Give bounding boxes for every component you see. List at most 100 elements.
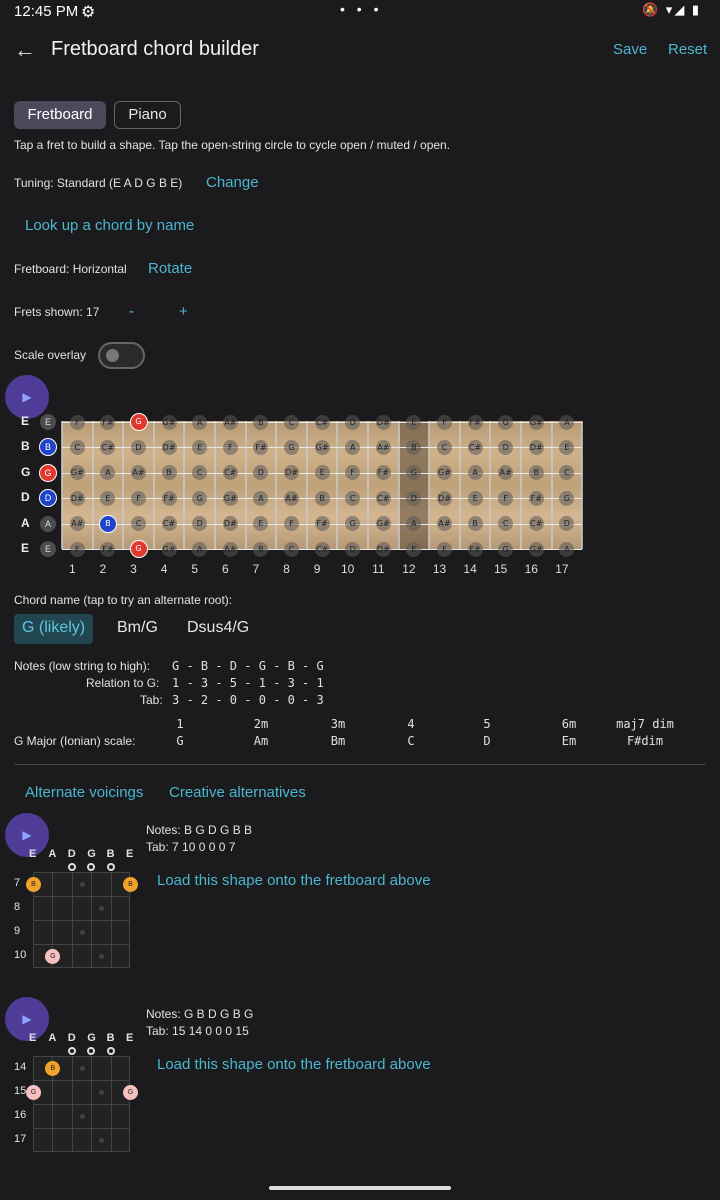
fret-note[interactable]: B: [314, 490, 330, 506]
fret-note[interactable]: G: [129, 413, 148, 431]
fret-note[interactable]: D#: [161, 439, 177, 455]
fret-note[interactable]: F: [498, 490, 514, 506]
fret-note[interactable]: F#: [314, 516, 330, 532]
fret-note[interactable]: G#: [375, 516, 391, 532]
chord-option-bm-g[interactable]: Bm/G: [109, 614, 166, 644]
alternate-voicings-tab[interactable]: Alternate voicings: [25, 784, 143, 801]
play-chord-button[interactable]: ▶: [5, 375, 49, 419]
fret-note[interactable]: F#: [467, 414, 483, 430]
fret-note[interactable]: B: [467, 516, 483, 532]
tab-piano[interactable]: Piano: [114, 101, 181, 129]
fret-note[interactable]: A#: [375, 439, 391, 455]
fret-note[interactable]: C#: [314, 414, 330, 430]
fret-note[interactable]: F: [131, 490, 146, 506]
open-string-toggle[interactable]: G: [39, 463, 57, 482]
fret-note[interactable]: B: [528, 465, 544, 481]
creative-alternatives-tab[interactable]: Creative alternatives: [169, 784, 306, 801]
lookup-chord-button[interactable]: Look up a chord by name: [25, 217, 194, 234]
chord-option-dsus4-g[interactable]: Dsus4/G: [179, 614, 257, 644]
fret-note[interactable]: E: [314, 465, 330, 481]
fret-note[interactable]: F: [69, 414, 85, 430]
save-button[interactable]: Save: [613, 41, 647, 58]
load-voicing-1-button[interactable]: Load this shape onto the fretboard above: [157, 872, 431, 889]
tab-fretboard[interactable]: Fretboard: [14, 101, 106, 129]
frets-plus-button[interactable]: +: [179, 303, 188, 320]
load-voicing-2-button[interactable]: Load this shape onto the fretboard above: [157, 1056, 431, 1073]
open-string-toggle[interactable]: B: [39, 438, 57, 457]
fret-note[interactable]: C#: [467, 439, 483, 455]
fret-note[interactable]: G: [129, 540, 148, 558]
fret-note[interactable]: E: [406, 414, 422, 430]
fret-note[interactable]: G: [498, 541, 514, 557]
fret-note[interactable]: C: [345, 490, 361, 506]
fret-note[interactable]: F: [284, 516, 299, 532]
fret-note[interactable]: G#: [528, 414, 544, 430]
fret-note[interactable]: D#: [222, 516, 238, 532]
open-string-toggle[interactable]: A: [40, 515, 56, 532]
scale-chord[interactable]: C: [371, 734, 451, 748]
fret-note[interactable]: F#: [528, 490, 544, 506]
fret-note[interactable]: D: [345, 414, 361, 430]
chord-option-g[interactable]: G (likely): [14, 614, 94, 644]
fret-note[interactable]: A#: [222, 414, 238, 430]
fret-note[interactable]: F#: [161, 490, 177, 506]
fret-note[interactable]: F: [437, 541, 452, 557]
open-string-toggle[interactable]: E: [40, 541, 56, 557]
fret-note[interactable]: A: [192, 414, 208, 430]
fret-note[interactable]: B: [161, 465, 177, 481]
fret-note[interactable]: G: [284, 439, 299, 455]
fret-note[interactable]: A: [192, 541, 208, 557]
fret-note[interactable]: D: [131, 439, 146, 455]
fret-note[interactable]: A: [253, 490, 269, 506]
fret-note[interactable]: D: [498, 439, 514, 455]
fret-note[interactable]: F#: [100, 414, 116, 430]
fret-note[interactable]: D: [406, 490, 422, 506]
scale-chord[interactable]: G: [140, 734, 220, 748]
fret-note[interactable]: F#: [467, 541, 483, 557]
play-voicing-1-button[interactable]: ▶: [5, 813, 49, 857]
fret-note[interactable]: C: [284, 414, 299, 430]
fret-note[interactable]: A#: [437, 516, 452, 532]
scale-chord[interactable]: Am: [221, 734, 301, 748]
home-indicator[interactable]: [269, 1186, 451, 1190]
fret-note[interactable]: A#: [284, 490, 299, 506]
scale-chord[interactable]: Bm: [298, 734, 378, 748]
fret-note[interactable]: C: [131, 516, 146, 532]
change-tuning-button[interactable]: Change: [206, 174, 259, 191]
fret-note[interactable]: C#: [161, 516, 177, 532]
fret-note[interactable]: C#: [222, 465, 238, 481]
fret-note[interactable]: C: [69, 439, 85, 455]
fret-note[interactable]: E: [192, 439, 208, 455]
fret-note[interactable]: G#: [69, 465, 85, 481]
fret-note[interactable]: G#: [161, 541, 177, 557]
fret-note[interactable]: C#: [314, 541, 330, 557]
fret-note[interactable]: C#: [528, 516, 544, 532]
fret-note[interactable]: F: [69, 541, 85, 557]
reset-button[interactable]: Reset: [668, 41, 707, 58]
fret-note[interactable]: C#: [375, 490, 391, 506]
fret-note[interactable]: B: [253, 414, 269, 430]
fret-note[interactable]: D: [345, 541, 361, 557]
fret-note[interactable]: B: [253, 541, 269, 557]
fret-note[interactable]: G#: [528, 541, 544, 557]
rotate-button[interactable]: Rotate: [148, 260, 192, 277]
fret-note[interactable]: E: [100, 490, 116, 506]
fret-note[interactable]: G#: [314, 439, 330, 455]
open-string-toggle[interactable]: E: [40, 414, 56, 430]
fret-note[interactable]: G#: [161, 414, 177, 430]
scale-chord[interactable]: Em: [529, 734, 609, 748]
fret-note[interactable]: D#: [437, 490, 452, 506]
frets-minus-button[interactable]: -: [129, 303, 134, 320]
fret-note[interactable]: G#: [222, 490, 238, 506]
fret-note[interactable]: F: [437, 414, 452, 430]
fret-note[interactable]: C: [284, 541, 299, 557]
fret-note[interactable]: E: [467, 490, 483, 506]
fret-note[interactable]: F: [222, 439, 238, 455]
fret-note[interactable]: A: [559, 541, 575, 557]
open-string-toggle[interactable]: D: [39, 489, 57, 508]
fret-note[interactable]: G: [559, 490, 575, 506]
fret-note[interactable]: A#: [222, 541, 238, 557]
back-arrow-icon[interactable]: ←: [14, 37, 36, 63]
fret-note[interactable]: D#: [375, 541, 391, 557]
fret-note[interactable]: A: [345, 439, 361, 455]
